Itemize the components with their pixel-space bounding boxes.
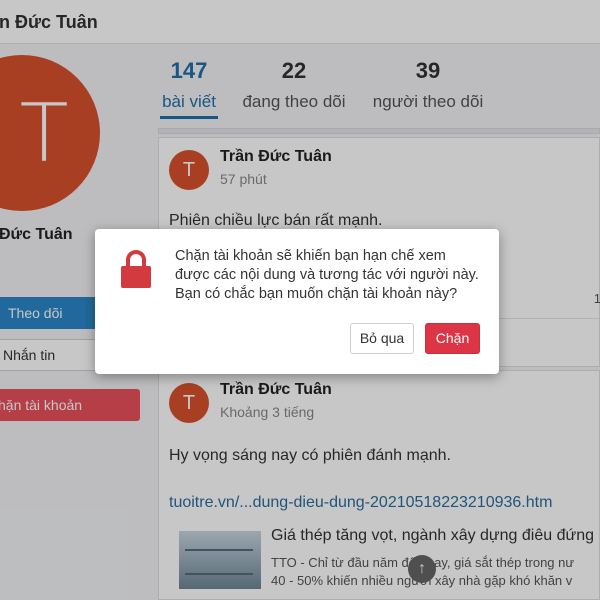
profile-page: ần Đức Tuân T Đức Tuân Theo dõi Nhắn tin…: [0, 0, 600, 600]
block-confirm-dialog: Chặn tài khoản sẽ khiến bạn hạn chế xem …: [95, 229, 499, 374]
lock-icon: [121, 250, 151, 288]
dialog-message: Chặn tài khoản sẽ khiến bạn hạn chế xem …: [175, 248, 479, 302]
cancel-button[interactable]: Bỏ qua: [350, 323, 414, 354]
confirm-block-button[interactable]: Chặn: [425, 323, 480, 354]
